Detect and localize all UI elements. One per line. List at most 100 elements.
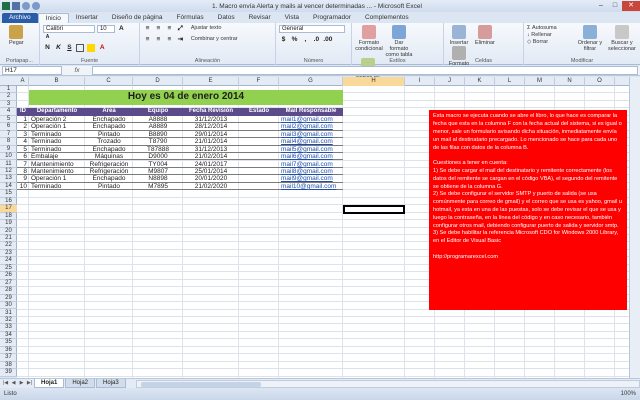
row-header[interactable]: 21 xyxy=(0,235,17,243)
comma-icon[interactable]: , xyxy=(301,36,309,44)
instructions-note[interactable]: Esta macro se ejecuta cuando se abre el … xyxy=(429,110,627,311)
tab-view[interactable]: Vista xyxy=(278,13,306,23)
table-header-cell[interactable]: Equipo xyxy=(133,108,183,115)
align-right-icon[interactable]: ≡ xyxy=(165,36,173,44)
table-cell[interactable]: D9000 xyxy=(135,153,181,160)
table-cell[interactable]: Embalaje xyxy=(31,153,83,160)
table-cell[interactable]: 10 xyxy=(19,183,27,190)
mail-link[interactable]: mail7@gmail.com xyxy=(281,161,341,168)
row-header[interactable]: 20 xyxy=(0,228,17,235)
mail-link[interactable]: mail2@gmail.com xyxy=(281,123,341,130)
row-header[interactable]: 15 xyxy=(0,190,17,198)
mail-link[interactable]: mail8@gmail.com xyxy=(281,168,341,175)
date-banner[interactable]: Hoy es 04 de enero 2014 xyxy=(29,90,343,106)
row-header[interactable]: 12 xyxy=(0,168,17,176)
sheet-tab-hoja3[interactable]: Hoja3 xyxy=(96,379,126,388)
table-cell[interactable]: 2 xyxy=(19,123,27,130)
table-cell[interactable]: Enchapado xyxy=(87,123,131,130)
row-header[interactable]: 11 xyxy=(0,161,17,168)
row-header[interactable]: 32 xyxy=(0,317,17,325)
shrink-font-icon[interactable]: A xyxy=(44,33,52,41)
table-cell[interactable]: Mantenimiento xyxy=(31,161,83,168)
column-header[interactable]: N xyxy=(555,77,585,86)
row-header[interactable]: 31 xyxy=(0,310,17,317)
active-cell[interactable] xyxy=(343,205,405,214)
tab-data[interactable]: Datos xyxy=(211,13,242,23)
row-header[interactable]: 29 xyxy=(0,295,17,303)
row-header[interactable]: 26 xyxy=(0,272,17,280)
column-header[interactable]: A xyxy=(17,77,29,86)
table-header-cell[interactable]: Estado xyxy=(239,108,279,115)
zoom-level[interactable]: 100% xyxy=(621,391,636,397)
font-name-select[interactable]: Calibri xyxy=(43,25,95,33)
number-format-select[interactable]: General xyxy=(279,25,345,33)
tab-home[interactable]: Inicio xyxy=(37,13,69,23)
table-header-cell[interactable]: Mail Responsable xyxy=(279,108,343,115)
row-header[interactable]: 30 xyxy=(0,302,17,310)
conditional-format-button[interactable]: Formato condicional xyxy=(355,25,383,52)
row-header[interactable]: 35 xyxy=(0,339,17,347)
column-header[interactable]: O xyxy=(585,77,615,86)
column-header[interactable]: F xyxy=(239,77,279,86)
table-cell[interactable]: Pintado xyxy=(87,183,131,190)
align-center-icon[interactable]: ≡ xyxy=(154,36,162,44)
row-header[interactable]: 23 xyxy=(0,250,17,258)
row-header[interactable]: 22 xyxy=(0,242,17,250)
mail-link[interactable]: mail3@gmail.com xyxy=(281,131,341,138)
table-cell[interactable]: 28/12/2014 xyxy=(185,123,237,130)
column-header[interactable]: H xyxy=(343,77,405,86)
table-cell[interactable]: 6 xyxy=(19,153,27,160)
table-cell[interactable]: Enchapado xyxy=(87,175,131,182)
mail-link[interactable]: mail6@gmail.com xyxy=(281,153,341,160)
table-cell[interactable]: 3 xyxy=(19,131,27,138)
row-header[interactable]: 19 xyxy=(0,220,17,228)
table-cell[interactable]: Operación 1 xyxy=(31,175,83,182)
tab-developer[interactable]: Programador xyxy=(306,13,358,23)
table-cell[interactable]: M7895 xyxy=(135,183,181,190)
column-header[interactable]: M xyxy=(525,77,555,86)
table-cell[interactable]: Operación 1 xyxy=(31,123,83,130)
tab-insert[interactable]: Insertar xyxy=(69,13,105,23)
maximize-button[interactable]: □ xyxy=(608,1,622,11)
table-cell[interactable]: 24/01/2017 xyxy=(185,161,237,168)
delete-button[interactable]: Eliminar xyxy=(473,25,497,46)
first-sheet-icon[interactable]: |◀ xyxy=(2,380,9,387)
table-cell[interactable]: A8889 xyxy=(135,123,181,130)
column-header[interactable]: I xyxy=(405,77,435,86)
table-cell[interactable]: T87888 xyxy=(135,146,181,153)
table-cell[interactable]: 20/01/2020 xyxy=(185,175,237,182)
row-header[interactable]: 8 xyxy=(0,138,17,146)
row-header[interactable]: 10 xyxy=(0,153,17,161)
table-cell[interactable]: 9 xyxy=(19,175,27,182)
table-cell[interactable]: Trozado xyxy=(87,138,131,145)
prev-sheet-icon[interactable]: ◀ xyxy=(10,380,17,387)
italic-icon[interactable]: K xyxy=(54,44,62,52)
row-header[interactable]: 33 xyxy=(0,324,17,332)
row-header[interactable]: 16 xyxy=(0,198,17,206)
currency-icon[interactable]: $ xyxy=(280,36,288,44)
row-header[interactable]: 2 xyxy=(0,93,17,101)
redo-icon[interactable] xyxy=(32,2,40,10)
row-header[interactable]: 13 xyxy=(0,175,17,183)
table-cell[interactable]: Operación 2 xyxy=(31,116,83,123)
vertical-scrollbar[interactable] xyxy=(629,77,640,378)
table-cell[interactable]: Refrigeración xyxy=(87,161,131,168)
tab-addins[interactable]: Complementos xyxy=(358,13,416,23)
worksheet-grid[interactable]: Hoy es 04 de enero 2014 ID Departamento Ar… xyxy=(17,86,629,378)
mail-link[interactable]: mail9@gmail.com xyxy=(281,175,341,182)
row-header[interactable]: 36 xyxy=(0,347,17,355)
column-header[interactable]: C xyxy=(85,77,133,86)
table-cell[interactable]: Mantenimiento xyxy=(31,168,83,175)
format-as-table-button[interactable]: Dar formato como tabla xyxy=(385,25,413,58)
autosum-button[interactable]: Σ Autosuma xyxy=(527,25,557,31)
table-cell[interactable]: M9807 xyxy=(135,168,181,175)
fill-color-icon[interactable] xyxy=(87,44,96,52)
mail-link[interactable]: mail5@gmail.com xyxy=(281,146,341,153)
row-header[interactable]: 38 xyxy=(0,362,17,370)
table-cell[interactable]: 8 xyxy=(19,168,27,175)
bold-icon[interactable]: N xyxy=(44,44,52,52)
align-middle-icon[interactable]: ≡ xyxy=(154,25,162,33)
row-header[interactable]: 1 xyxy=(0,86,17,94)
fill-button[interactable]: ↓ Rellenar xyxy=(527,32,552,38)
column-header[interactable]: D xyxy=(133,77,183,86)
